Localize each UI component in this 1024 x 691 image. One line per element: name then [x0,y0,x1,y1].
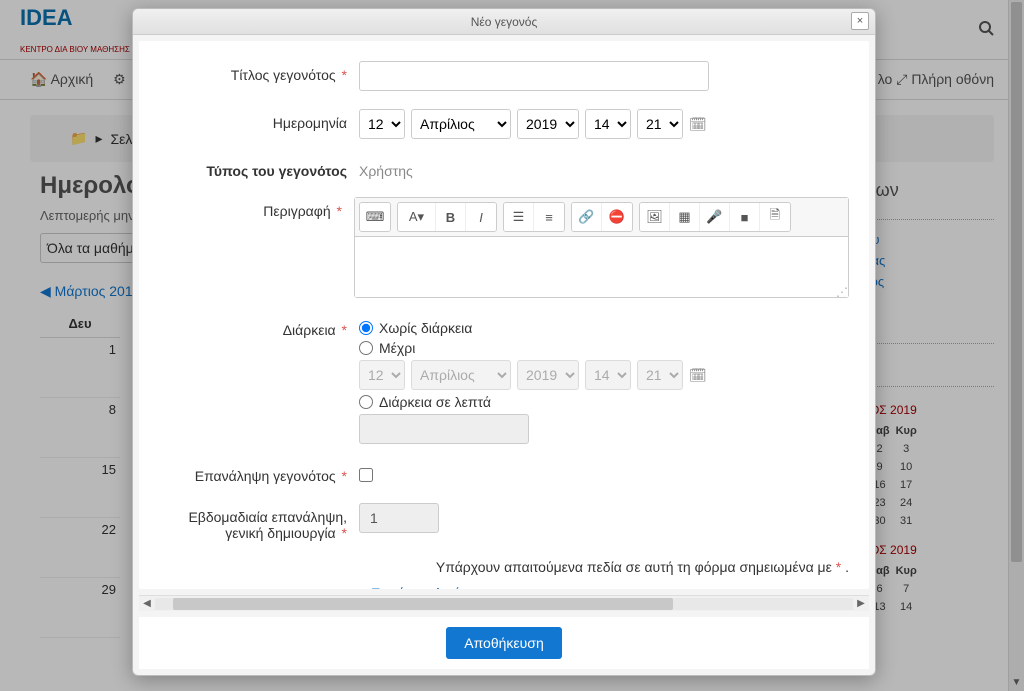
until-year-select: 2019 [517,360,579,390]
calendar-icon[interactable]: 🗓 [689,116,707,133]
date-month-select[interactable]: Απρίλιος [411,109,511,139]
tb-ul-icon[interactable]: ☰ [504,203,534,231]
date-min-select[interactable]: 21 [637,109,683,139]
tb-media-icon[interactable]: ▦ [670,203,700,231]
duration-mins-radio[interactable] [359,395,373,409]
calendar-icon: 🗓 [689,367,707,384]
date-day-select[interactable]: 12 [359,109,405,139]
date-year-select[interactable]: 2019 [517,109,579,139]
dialog-title: Νέο γεγονός [471,15,538,29]
resize-handle[interactable]: ⋰ [836,285,846,295]
tb-image-icon[interactable]: 🖼 [640,203,670,231]
tb-mic-icon[interactable]: 🎤 [700,203,730,231]
save-button[interactable]: Αποθήκευση [446,627,561,659]
until-min-select: 21 [637,360,683,390]
tb-link-icon[interactable]: 🔗 [572,203,602,231]
tb-toggle-icon[interactable]: ⌨ [360,203,390,231]
tb-file-icon[interactable]: 🗎 [760,203,790,231]
label-description: Περιγραφή * [159,197,354,219]
description-textarea[interactable]: ⋰ [355,237,848,297]
description-editor: ⌨ A▾ B I ☰ ≡ 🔗 ⛔ [354,197,849,298]
tb-bold-icon[interactable]: B [436,203,466,231]
dialog-hscroll[interactable]: ◀ ▶ [139,595,869,611]
tb-unlink-icon[interactable]: ⛔ [602,203,632,231]
duration-until-radio[interactable] [359,341,373,355]
duration-none-label: Χωρίς διάρκεια [379,320,472,336]
weekly-count-input [359,503,439,533]
event-title-input[interactable] [359,61,709,91]
event-type-value: Χρήστης [359,157,849,179]
duration-none-radio[interactable] [359,321,373,335]
date-hour-select[interactable]: 14 [585,109,631,139]
until-hour-select: 14 [585,360,631,390]
duration-mins-input [359,414,529,444]
repeat-checkbox[interactable] [359,468,373,482]
tb-font-icon[interactable]: A▾ [398,203,436,231]
tb-video-icon[interactable]: ■ [730,203,760,231]
tb-ol-icon[interactable]: ≡ [534,203,564,231]
label-date: Ημερομηνία [159,109,359,131]
label-weekly: Εβδομαδιαία επανάληψη, γενική δημιουργία… [159,503,359,541]
tb-italic-icon[interactable]: I [466,203,496,231]
required-note: Υπάρχουν απαιτούμενα πεδία σε αυτή τη φό… [159,559,849,575]
label-repeat: Επανάληψη γεγονότος * [159,462,359,484]
label-duration: Διάρκεια * [159,316,359,338]
label-event-type: Τύπος του γεγονότος [159,157,359,179]
duration-mins-label: Διάρκεια σε λεπτά [379,394,491,410]
duration-until-label: Μέχρι [379,340,415,356]
show-less-link[interactable]: Εμφάνιση λιγότερων... [371,585,510,589]
new-event-dialog: Νέο γεγονός × Τίτλος γεγονότος * Ημερομη… [132,8,876,676]
close-button[interactable]: × [851,12,869,30]
dialog-title-bar: Νέο γεγονός × [133,9,875,35]
label-event-title: Τίτλος γεγονότος * [159,61,359,83]
until-month-select: Απρίλιος [411,360,511,390]
until-day-select: 12 [359,360,405,390]
